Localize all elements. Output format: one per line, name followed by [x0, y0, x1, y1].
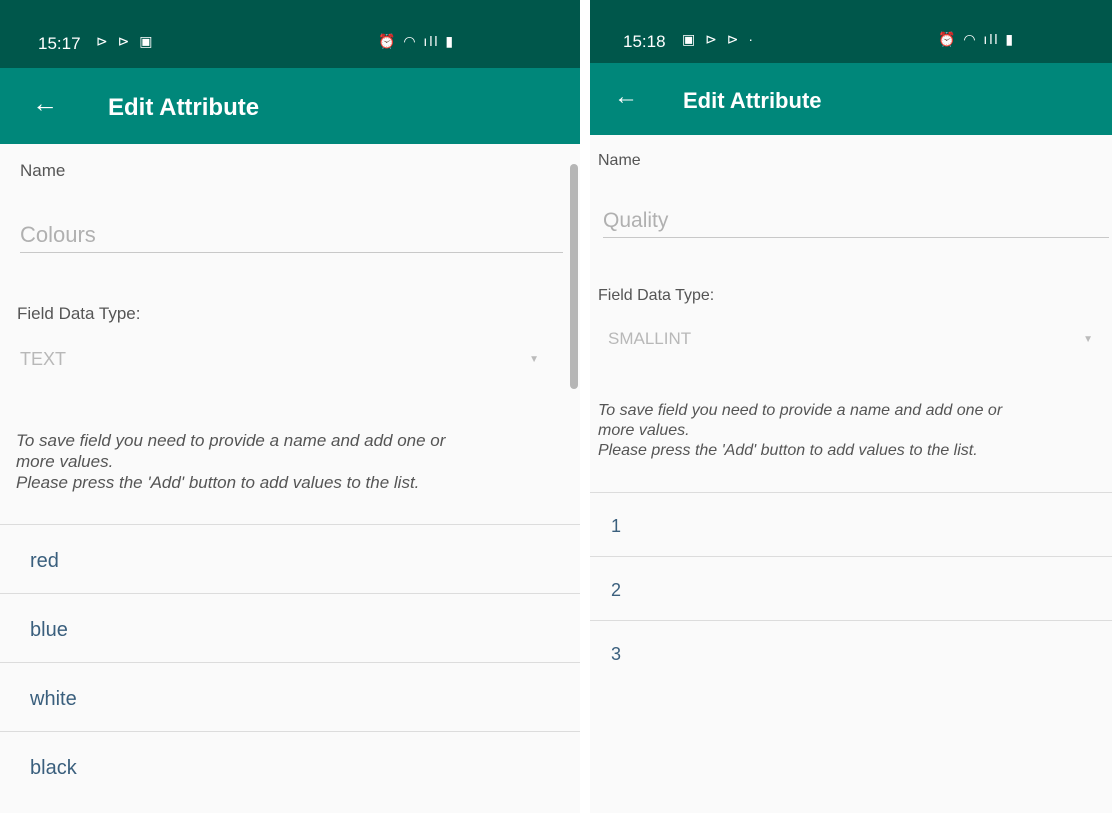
- helper-text: To save field you need to provide a name…: [598, 401, 1002, 461]
- dropdown-triangle-icon: ▼: [529, 354, 539, 365]
- system-status-icons: ⏰ ◠ ıll ▮: [938, 31, 1016, 47]
- form-content: Name Field Data Type: SMALLINT ▼ To save…: [590, 135, 1112, 813]
- list-item[interactable]: blue: [0, 593, 580, 662]
- field-type-value: TEXT: [20, 349, 67, 369]
- scrollbar[interactable]: [570, 164, 578, 389]
- notification-icons: ⊳ ⊳ ▣: [96, 33, 156, 49]
- status-bar: 15:18 ▣ ⊳ ⊳ · ⏰ ◠ ıll ▮: [590, 0, 1112, 63]
- page-title: Edit Attribute: [683, 88, 822, 113]
- value-list: red blue white black: [0, 524, 580, 800]
- field-type-label: Field Data Type:: [598, 287, 715, 304]
- back-arrow-icon[interactable]: ←: [614, 85, 638, 109]
- status-bar: 15:17 ⊳ ⊳ ▣ ⏰ ◠ ıll ▮: [0, 0, 580, 68]
- name-label: Name: [20, 161, 66, 180]
- helper-line: more values.: [598, 422, 690, 439]
- list-item[interactable]: 2: [590, 556, 1112, 620]
- list-item[interactable]: red: [0, 524, 580, 593]
- list-item[interactable]: black: [0, 731, 580, 800]
- form-content: Name Field Data Type: TEXT ▼ To save fie…: [0, 144, 580, 813]
- list-item-label: 1: [611, 516, 622, 536]
- back-arrow-icon[interactable]: ←: [32, 90, 58, 116]
- list-item-label: white: [30, 688, 77, 710]
- name-input[interactable]: [20, 222, 563, 253]
- helper-line: To save field you need to provide a name…: [598, 402, 1003, 419]
- field-type-label: Field Data Type:: [17, 304, 141, 323]
- dropdown-triangle-icon: ▼: [1083, 334, 1093, 345]
- list-item-label: blue: [30, 619, 68, 641]
- name-label: Name: [598, 152, 641, 169]
- screen-right: 15:18 ▣ ⊳ ⊳ · ⏰ ◠ ıll ▮ ← Edit Attribute…: [590, 0, 1112, 813]
- page-title: Edit Attribute: [108, 94, 260, 121]
- list-item[interactable]: white: [0, 662, 580, 731]
- screen-left: 15:17 ⊳ ⊳ ▣ ⏰ ◠ ıll ▮ ← Edit Attribute N…: [0, 0, 580, 813]
- value-list: 1 2 3: [590, 492, 1112, 684]
- status-time: 15:17: [38, 34, 81, 53]
- notification-icons: ▣ ⊳ ⊳ ·: [682, 31, 757, 47]
- helper-line: Please press the 'Add' button to add val…: [16, 473, 420, 492]
- field-type-value: SMALLINT: [608, 329, 692, 348]
- list-item-label: red: [30, 550, 59, 572]
- helper-line: To save field you need to provide a name…: [16, 431, 446, 450]
- list-item[interactable]: 1: [590, 492, 1112, 556]
- app-bar: ← Edit Attribute: [590, 63, 1112, 135]
- helper-line: Please press the 'Add' button to add val…: [598, 442, 978, 459]
- helper-line: more values.: [16, 452, 114, 471]
- list-item-label: 3: [611, 644, 622, 664]
- helper-text: To save field you need to provide a name…: [16, 430, 445, 493]
- system-status-icons: ⏰ ◠ ıll ▮: [378, 33, 456, 49]
- field-type-select[interactable]: SMALLINT ▼: [608, 329, 1093, 355]
- field-type-select[interactable]: TEXT ▼: [20, 349, 545, 375]
- name-input[interactable]: [603, 209, 1109, 238]
- list-item[interactable]: 3: [590, 620, 1112, 684]
- status-time: 15:18: [623, 32, 666, 51]
- app-bar: ← Edit Attribute: [0, 68, 580, 144]
- list-item-label: black: [30, 757, 77, 779]
- list-item-label: 2: [611, 580, 622, 600]
